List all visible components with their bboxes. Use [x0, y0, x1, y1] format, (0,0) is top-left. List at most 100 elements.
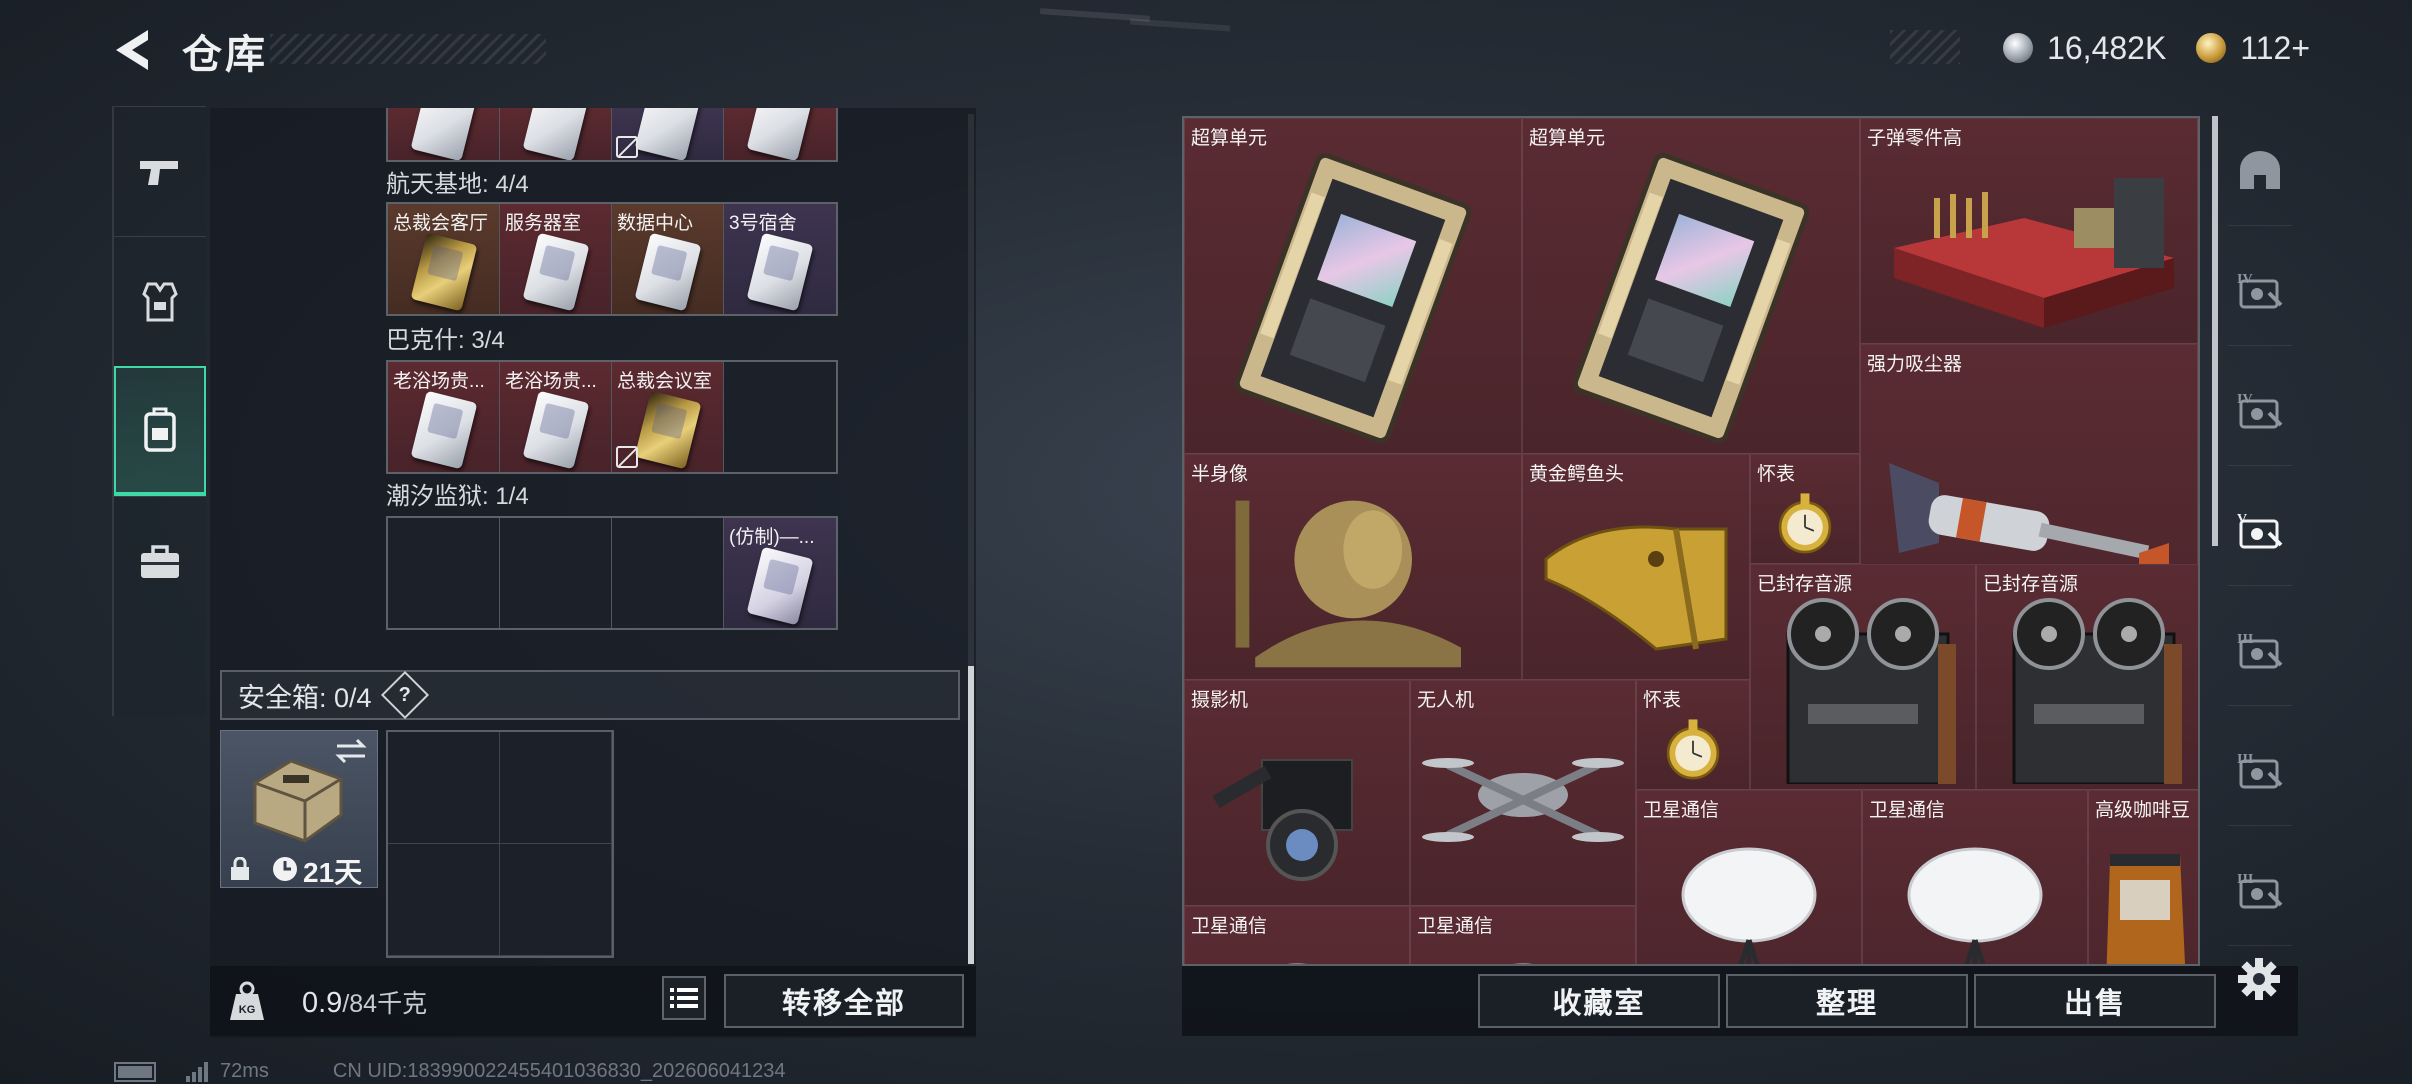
- keycard-icon: [522, 232, 590, 312]
- keycard-grid: 老浴场贵... 老浴场贵... 总裁会议室: [386, 360, 838, 474]
- keycard-slot[interactable]: 总裁会议室: [612, 362, 724, 472]
- nav-supplies[interactable]: [114, 496, 206, 626]
- keycard-icon: [522, 390, 590, 470]
- stash-item[interactable]: 黄金鳄鱼头: [1522, 454, 1750, 680]
- stash-item[interactable]: 怀表: [1750, 454, 1860, 564]
- card-tier-iv-filter-icon: IV: [2237, 272, 2283, 308]
- scrollbar[interactable]: [968, 666, 974, 964]
- transfer-all-button[interactable]: 转移全部: [724, 974, 964, 1028]
- stash-item-label: 无人机: [1417, 690, 1475, 711]
- keycard-slot[interactable]: 老浴场贵...: [388, 362, 500, 472]
- stash-filter-button[interactable]: IV: [2228, 356, 2292, 466]
- stash-item[interactable]: 无人机: [1410, 680, 1636, 906]
- nav-backpack[interactable]: [114, 366, 206, 496]
- stash-item-label: 半身像: [1191, 464, 1249, 485]
- gear-icon[interactable]: [2236, 956, 2282, 1002]
- no-trade-icon: [616, 136, 638, 158]
- stash-item[interactable]: 卫星通信: [1636, 790, 1862, 964]
- safe-case-slot[interactable]: 21天: [220, 730, 378, 888]
- uid-text: CN UID:18399002245540103683​0_2026060412…: [332, 1060, 786, 1082]
- video-camera-icon: [1185, 681, 1409, 905]
- silver-coin-icon: [2003, 33, 2034, 63]
- stash-grid: 超算单元 超算单元 子弹零件高 强力吸尘器 半身像 黄金鳄鱼头 怀表 已封存音源 已封存音源 摄影…: [1182, 116, 2200, 966]
- stash-filter-button[interactable]: III: [2228, 596, 2292, 706]
- stash-filter-button[interactable]: IV: [2228, 236, 2292, 346]
- stash-item[interactable]: 半身像: [1184, 454, 1522, 680]
- nav-armor[interactable]: [114, 236, 206, 366]
- keycard-label: (仿制)—...: [729, 527, 815, 548]
- stash-filter-button[interactable]: III: [2228, 716, 2292, 826]
- stash-item-label: 卫星通信: [1643, 800, 1720, 821]
- safe-box-label: 安全箱: 0/4: [238, 682, 372, 713]
- keycard-label: 总裁会客厅: [393, 213, 489, 234]
- stash-item[interactable]: 卫星通信: [1410, 906, 1636, 964]
- keycard-slot[interactable]: [500, 108, 612, 160]
- keycard-slot[interactable]: [724, 108, 836, 160]
- stash-item-label: 已封存音源: [1757, 574, 1853, 595]
- stash-item-label: 卫星通信: [1417, 916, 1494, 937]
- reel-recorder-icon: [1977, 565, 2198, 789]
- carry-weight: 0.9/84千克: [302, 987, 428, 1019]
- page-title: 仓库: [182, 33, 268, 77]
- armor-icon: [142, 282, 178, 321]
- keycard-slot[interactable]: 总裁会客厅: [388, 204, 500, 314]
- stash-item-label: 高级咖啡豆: [2095, 800, 2191, 821]
- keycard-slot[interactable]: 服务器室: [500, 204, 612, 314]
- empty-slot[interactable]: [612, 518, 724, 628]
- back-arrow-icon[interactable]: [108, 26, 158, 74]
- empty-slot[interactable]: [724, 362, 836, 472]
- currency-display[interactable]: 16,482K 112+: [1890, 26, 2310, 70]
- keycard-slot[interactable]: [612, 108, 724, 160]
- title-decoration: [270, 34, 546, 64]
- keycard-grid: 总裁会客厅 服务器室 数据中心 3号宿舍: [386, 202, 838, 316]
- helmet-filter-icon: [2240, 150, 2280, 189]
- stash-item[interactable]: 已封存音源: [1976, 564, 2198, 790]
- gold-coin-icon: [2196, 33, 2227, 63]
- golden-crocodile-head-icon: [1523, 455, 1749, 679]
- stash-filter-button[interactable]: [2228, 116, 2292, 226]
- keycard-slot[interactable]: (仿制)—...: [724, 518, 836, 628]
- help-icon[interactable]: ?: [380, 670, 429, 720]
- ping-value: 72ms: [220, 1060, 269, 1082]
- nav-weapons[interactable]: [114, 106, 206, 236]
- pistol-icon: [140, 160, 178, 185]
- keycard-label: 服务器室: [505, 213, 582, 234]
- sort-button[interactable]: 整理: [1726, 974, 1968, 1028]
- stash-item[interactable]: 子弹零件高: [1860, 118, 2198, 344]
- keycard-icon: [410, 232, 478, 312]
- list-view-button[interactable]: [662, 976, 706, 1020]
- stash-item[interactable]: 超算单元: [1184, 118, 1522, 454]
- collection-room-button[interactable]: 收藏室: [1478, 974, 1720, 1028]
- stash-item-label: 怀表: [1757, 464, 1796, 485]
- ammo-parts-case-icon: [1861, 119, 2197, 343]
- svg-text:V: V: [2237, 512, 2247, 527]
- stash-item[interactable]: 卫星通信: [1184, 906, 1410, 964]
- reel-recorder-icon: [1751, 565, 1975, 789]
- stash-item-label: 摄影机: [1191, 690, 1249, 711]
- stash-item[interactable]: 摄影机: [1184, 680, 1410, 906]
- stash-item[interactable]: 卫星通信: [1862, 790, 2088, 964]
- stash-filter-button[interactable]: V: [2228, 476, 2292, 586]
- safe-box-grid[interactable]: [386, 730, 614, 958]
- svg-text:III: III: [2237, 872, 2253, 887]
- keycard-slot[interactable]: 3号宿舍: [724, 204, 836, 314]
- case-tier-iii-filter-icon: III: [2237, 632, 2283, 668]
- sell-button[interactable]: 出售: [1974, 974, 2216, 1028]
- stash-item[interactable]: 高级咖啡豆: [2088, 790, 2198, 964]
- keycard-grid-partial: [386, 108, 838, 162]
- stash-scrollbar[interactable]: [2212, 116, 2218, 546]
- keycard-slot[interactable]: [388, 108, 500, 160]
- stash-item[interactable]: 已封存音源: [1750, 564, 1976, 790]
- stash-filter-button[interactable]: III: [2228, 836, 2292, 946]
- stash-item-label: 怀表: [1643, 690, 1682, 711]
- empty-slot[interactable]: [388, 518, 500, 628]
- keycard-slot[interactable]: 老浴场贵...: [500, 362, 612, 472]
- case-tier-iii-filter-icon: III: [2237, 752, 2283, 788]
- empty-slot[interactable]: [500, 518, 612, 628]
- keycard-slot[interactable]: 数据中心: [612, 204, 724, 314]
- stash-filter-column: IV IV V III III III: [2228, 116, 2292, 966]
- stash-item[interactable]: 超算单元: [1522, 118, 1860, 454]
- stash-item[interactable]: 怀表: [1636, 680, 1750, 790]
- keycard-label: 老浴场贵...: [393, 371, 485, 392]
- keycard-icon: [746, 546, 814, 626]
